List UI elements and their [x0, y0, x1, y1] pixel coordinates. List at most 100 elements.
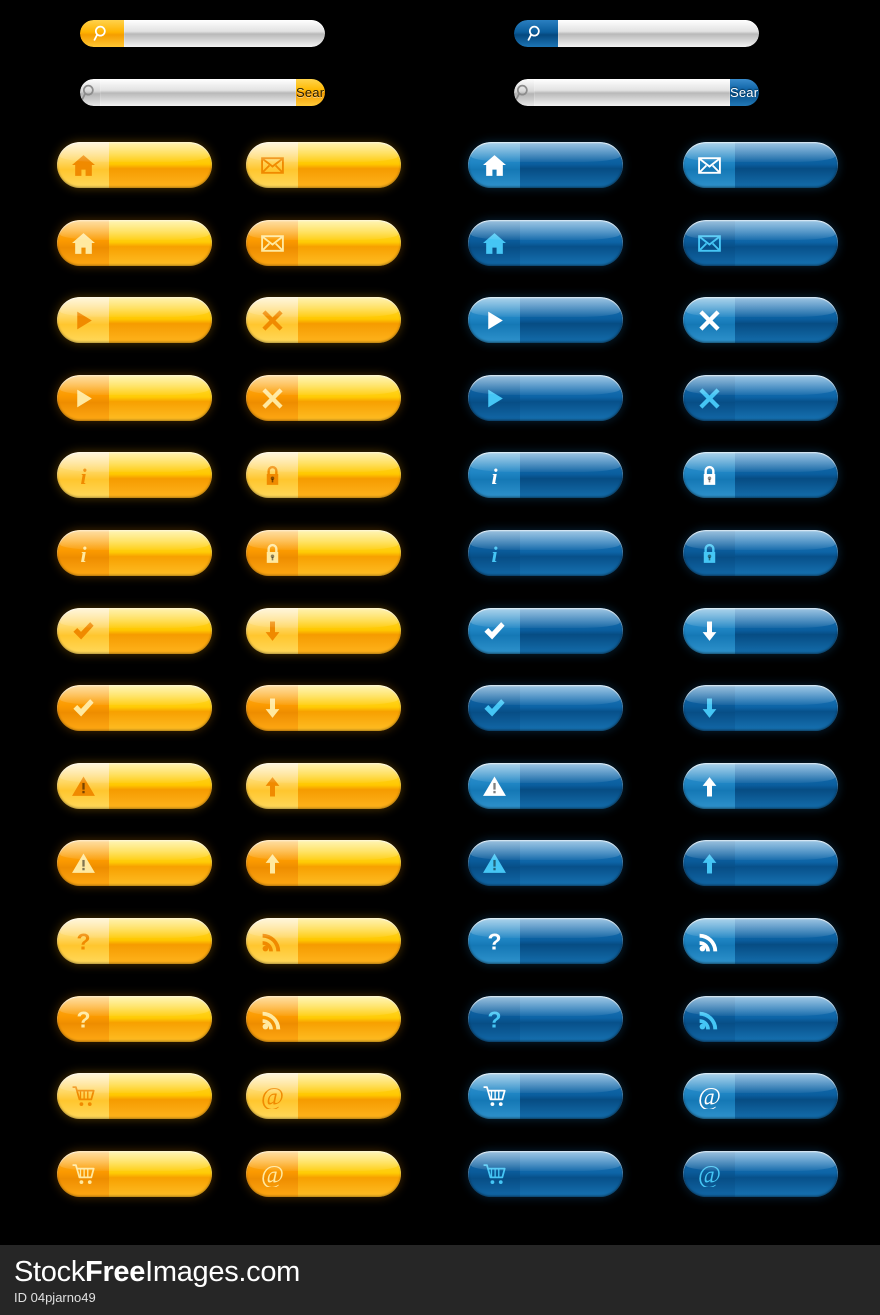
button-question-blue-dark[interactable]: ?: [468, 996, 623, 1042]
button-warning-blue-light[interactable]: [468, 763, 623, 809]
svg-text:?: ?: [76, 1007, 90, 1032]
button-at-blue-light[interactable]: @: [683, 1073, 838, 1119]
button-lock-orange-light[interactable]: [246, 452, 401, 498]
cart-icon: [483, 1085, 506, 1106]
button-envelope-orange-light[interactable]: [246, 142, 401, 188]
svg-text:?: ?: [76, 929, 90, 954]
button-body: [298, 375, 401, 421]
button-warning-orange-dark[interactable]: [57, 840, 212, 886]
button-home-blue-dark[interactable]: [468, 220, 623, 266]
button-home-orange-dark[interactable]: [57, 220, 212, 266]
button-play-orange-light[interactable]: [57, 297, 212, 343]
svg-text:i: i: [80, 464, 86, 487]
button-upload-orange-dark[interactable]: [246, 840, 401, 886]
button-download-blue-light[interactable]: [683, 608, 838, 654]
download-icon: [265, 698, 279, 718]
button-cart-orange-dark[interactable]: [57, 1151, 212, 1197]
button-envelope-blue-light[interactable]: [683, 142, 838, 188]
button-info-blue-light[interactable]: i: [468, 452, 623, 498]
search-input-blue-search-right[interactable]: [534, 79, 730, 106]
envelope-icon: [260, 156, 284, 174]
button-lock-blue-light[interactable]: [683, 452, 838, 498]
button-body: [109, 375, 212, 421]
home-icon: [482, 232, 506, 254]
button-close-orange-dark[interactable]: [246, 375, 401, 421]
button-icon-pane: i: [468, 452, 520, 498]
button-icon-pane: @: [683, 1151, 735, 1197]
button-body: [735, 452, 838, 498]
button-at-blue-dark[interactable]: @: [683, 1151, 838, 1197]
search-bar-orange-search-right[interactable]: Search: [80, 79, 325, 106]
button-body: [520, 608, 623, 654]
button-play-blue-dark[interactable]: [468, 375, 623, 421]
button-download-orange-light[interactable]: [246, 608, 401, 654]
button-envelope-blue-dark[interactable]: [683, 220, 838, 266]
search-button-orange-search-right[interactable]: Search: [296, 79, 325, 106]
button-question-orange-dark[interactable]: ?: [57, 996, 212, 1042]
button-upload-orange-light[interactable]: [246, 763, 401, 809]
download-icon: [265, 621, 279, 641]
button-info-blue-dark[interactable]: i: [468, 530, 623, 576]
button-icon-pane: [246, 763, 298, 809]
button-play-blue-light[interactable]: [468, 297, 623, 343]
button-cart-orange-light[interactable]: [57, 1073, 212, 1119]
button-check-orange-light[interactable]: [57, 608, 212, 654]
button-home-blue-light[interactable]: [468, 142, 623, 188]
button-close-orange-light[interactable]: [246, 297, 401, 343]
button-cart-blue-light[interactable]: [468, 1073, 623, 1119]
button-download-blue-dark[interactable]: [683, 685, 838, 731]
button-icon-pane: [57, 375, 109, 421]
button-lock-blue-dark[interactable]: [683, 530, 838, 576]
search-input-orange-search-right[interactable]: [100, 79, 296, 106]
button-check-blue-light[interactable]: [468, 608, 623, 654]
button-icon-pane: [57, 840, 109, 886]
button-question-orange-light[interactable]: ?: [57, 918, 212, 964]
button-play-orange-dark[interactable]: [57, 375, 212, 421]
button-rss-orange-light[interactable]: [246, 918, 401, 964]
button-body: [109, 996, 212, 1042]
button-at-orange-light[interactable]: @: [246, 1073, 401, 1119]
search-bar-orange-icon-left[interactable]: [80, 20, 325, 47]
button-icon-pane: [468, 608, 520, 654]
button-envelope-orange-dark[interactable]: [246, 220, 401, 266]
button-icon-pane: [468, 763, 520, 809]
button-info-orange-dark[interactable]: i: [57, 530, 212, 576]
search-bar-blue-search-right[interactable]: Search: [514, 79, 759, 106]
button-upload-blue-light[interactable]: [683, 763, 838, 809]
search-input-blue-icon-left[interactable]: [558, 20, 759, 47]
button-home-orange-light[interactable]: [57, 142, 212, 188]
button-rss-blue-light[interactable]: [683, 918, 838, 964]
rss-icon: [262, 933, 280, 951]
search-submit-blue-icon-left[interactable]: [514, 20, 558, 47]
button-check-blue-dark[interactable]: [468, 685, 623, 731]
button-check-orange-dark[interactable]: [57, 685, 212, 731]
search-bar-blue-icon-left[interactable]: [514, 20, 759, 47]
button-at-orange-dark[interactable]: @: [246, 1151, 401, 1197]
button-warning-orange-light[interactable]: [57, 763, 212, 809]
button-close-blue-dark[interactable]: [683, 375, 838, 421]
button-download-orange-dark[interactable]: [246, 685, 401, 731]
button-upload-blue-dark[interactable]: [683, 840, 838, 886]
search-input-orange-icon-left[interactable]: [124, 20, 325, 47]
play-icon: [76, 389, 92, 407]
button-rss-orange-dark[interactable]: [246, 996, 401, 1042]
button-icon-pane: [246, 685, 298, 731]
search-submit-orange-icon-left[interactable]: [80, 20, 124, 47]
brand-bold: Free: [85, 1256, 146, 1288]
button-cart-blue-dark[interactable]: [468, 1151, 623, 1197]
button-icon-pane: [683, 220, 735, 266]
search-button-blue-search-right[interactable]: Search: [730, 79, 759, 106]
button-body: [298, 1151, 401, 1197]
info-icon: i: [491, 464, 497, 487]
button-rss-blue-dark[interactable]: [683, 996, 838, 1042]
warning-icon: [71, 853, 95, 873]
button-lock-orange-dark[interactable]: [246, 530, 401, 576]
button-warning-blue-dark[interactable]: [468, 840, 623, 886]
button-question-blue-light[interactable]: ?: [468, 918, 623, 964]
button-close-blue-light[interactable]: [683, 297, 838, 343]
button-body: [109, 530, 212, 576]
button-info-orange-light[interactable]: i: [57, 452, 212, 498]
at-icon: @: [260, 1084, 283, 1109]
button-body: [298, 297, 401, 343]
button-icon-pane: i: [57, 530, 109, 576]
